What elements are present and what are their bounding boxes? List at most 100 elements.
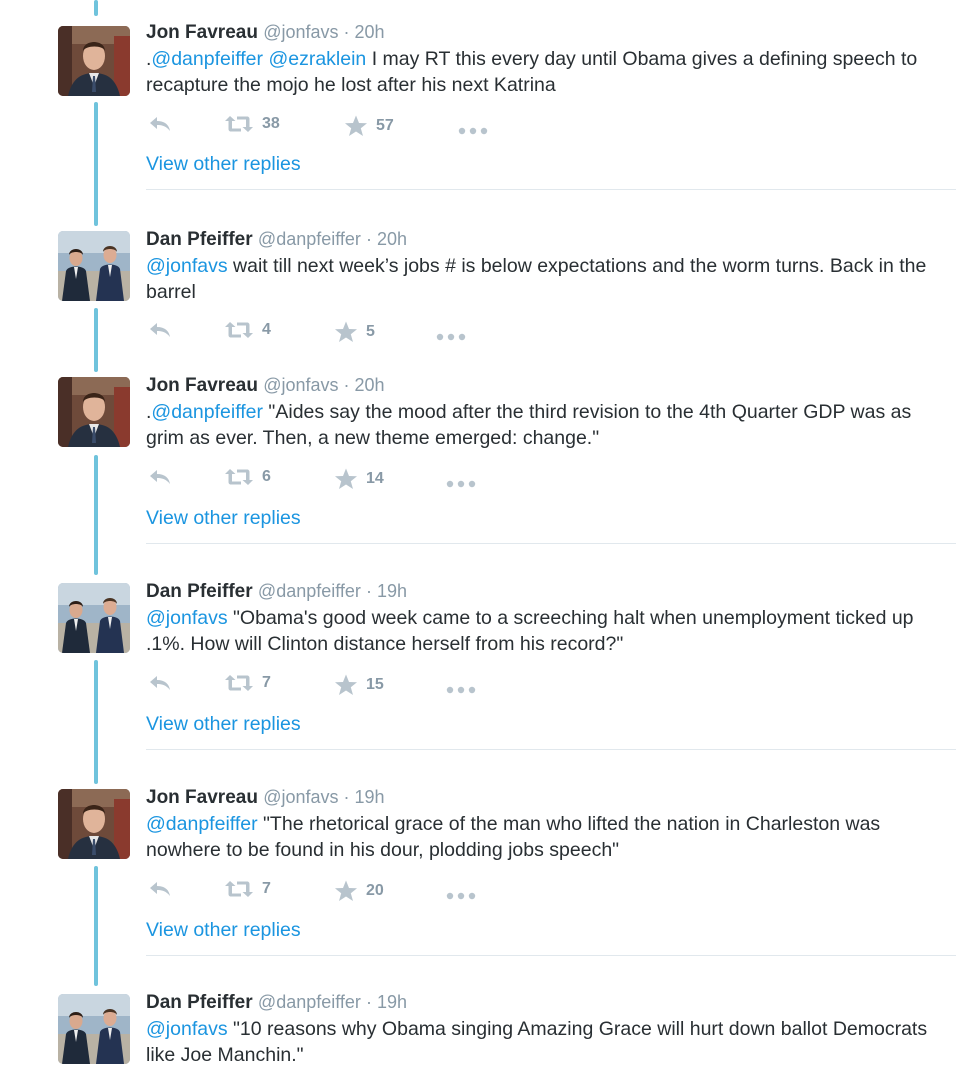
author-handle[interactable]: @danpfeiffer — [258, 992, 361, 1012]
retweet-button[interactable]: 7 — [224, 673, 271, 693]
tweet-text: @jonfavs wait till next week’s jobs # is… — [146, 253, 936, 305]
author-handle[interactable]: @danpfeiffer — [258, 581, 361, 601]
more-button[interactable] — [446, 475, 476, 493]
view-other-replies-link[interactable]: View other replies — [146, 919, 301, 942]
more-button[interactable] — [436, 328, 466, 346]
thread-line — [94, 660, 98, 784]
tweet-text: .@danpfeiffer @ezraklein I may RT this e… — [146, 46, 936, 98]
tweet-time[interactable]: 20h — [355, 375, 385, 395]
reply-button[interactable] — [148, 467, 172, 487]
thread-line — [94, 866, 98, 986]
like-button[interactable]: 15 — [334, 673, 384, 697]
more-button[interactable] — [446, 681, 476, 699]
tweet-time[interactable]: 19h — [377, 992, 407, 1012]
tweet-actions: 7 15 — [146, 673, 506, 697]
reply-button[interactable] — [148, 879, 172, 899]
like-count: 20 — [366, 882, 384, 899]
mention-link[interactable]: @danpfeiffer — [151, 48, 263, 70]
tweet-time[interactable]: 20h — [377, 229, 407, 249]
reply-icon — [148, 114, 172, 134]
tweet-actions: 4 5 — [146, 320, 506, 344]
author-avatar[interactable] — [58, 377, 130, 447]
author-handle[interactable]: @danpfeiffer — [258, 229, 361, 249]
tweet-header: Jon Favreau @jonfavs · 20h — [146, 373, 385, 398]
retweet-button[interactable]: 38 — [224, 114, 280, 134]
tweet-header: Dan Pfeiffer @danpfeiffer · 20h — [146, 227, 407, 252]
author-avatar[interactable] — [58, 231, 130, 301]
author-avatar[interactable] — [58, 583, 130, 653]
tweet-body: "Obama's good week came to a screeching … — [146, 607, 914, 655]
star-icon — [344, 114, 368, 138]
reply-button[interactable] — [148, 673, 172, 693]
tweet-time[interactable]: 19h — [355, 787, 385, 807]
thread-line — [94, 102, 98, 226]
like-count: 57 — [376, 117, 394, 134]
like-button[interactable]: 20 — [334, 879, 384, 903]
reply-icon — [148, 320, 172, 340]
retweet-button[interactable]: 6 — [224, 467, 271, 487]
tweet-header: Jon Favreau @jonfavs · 20h — [146, 20, 385, 45]
tweet-body: wait till next week’s jobs # is below ex… — [146, 255, 927, 303]
retweet-count: 38 — [262, 115, 280, 132]
author-avatar[interactable] — [58, 789, 130, 859]
author-avatar[interactable] — [58, 994, 130, 1064]
mention-link[interactable]: @danpfeiffer — [146, 813, 258, 835]
more-dots-icon — [458, 127, 488, 135]
reply-button[interactable] — [148, 114, 172, 134]
star-icon — [334, 467, 358, 491]
view-other-replies-link[interactable]: View other replies — [146, 507, 301, 530]
tweet-text: @danpfeiffer "The rhetorical grace of th… — [146, 811, 936, 863]
author-name[interactable]: Dan Pfeiffer — [146, 581, 253, 602]
reply-button[interactable] — [148, 320, 172, 340]
like-count: 15 — [366, 676, 384, 693]
separator-dot: · — [360, 581, 377, 601]
view-other-replies-link[interactable]: View other replies — [146, 153, 301, 176]
separator-dot: · — [360, 992, 377, 1012]
mention-link[interactable]: @jonfavs — [146, 607, 228, 629]
like-count: 14 — [366, 470, 384, 487]
author-name[interactable]: Dan Pfeiffer — [146, 229, 253, 250]
mention-link[interactable]: @danpfeiffer — [151, 401, 263, 423]
author-name[interactable]: Jon Favreau — [146, 787, 258, 808]
view-other-replies-link[interactable]: View other replies — [146, 713, 301, 736]
star-icon — [334, 320, 358, 344]
mention-link[interactable]: @ezraklein — [268, 48, 366, 70]
author-handle[interactable]: @jonfavs — [263, 375, 338, 395]
retweet-icon — [224, 320, 254, 340]
thread-line — [94, 455, 98, 575]
author-name[interactable]: Jon Favreau — [146, 375, 258, 396]
author-avatar[interactable] — [58, 26, 130, 96]
more-button[interactable] — [446, 887, 476, 905]
author-name[interactable]: Jon Favreau — [146, 22, 258, 43]
tweet-text: .@danpfeiffer "Aides say the mood after … — [146, 399, 936, 451]
star-icon — [334, 673, 358, 697]
tweet-time[interactable]: 20h — [355, 22, 385, 42]
more-dots-icon — [446, 686, 476, 694]
separator-dot: · — [360, 229, 377, 249]
tweet-header: Dan Pfeiffer @danpfeiffer · 19h — [146, 579, 407, 604]
more-button[interactable] — [458, 122, 488, 140]
retweet-button[interactable]: 4 — [224, 320, 271, 340]
retweet-count: 7 — [262, 880, 271, 897]
more-dots-icon — [436, 333, 466, 341]
author-handle[interactable]: @jonfavs — [263, 22, 338, 42]
retweet-icon — [224, 114, 254, 134]
tweet-actions: 6 14 — [146, 467, 506, 491]
thread-line — [94, 308, 98, 372]
retweet-button[interactable]: 7 — [224, 879, 271, 899]
thread-line — [94, 0, 98, 16]
like-button[interactable]: 57 — [344, 114, 394, 138]
author-handle[interactable]: @jonfavs — [263, 787, 338, 807]
mention-link[interactable]: @jonfavs — [146, 1018, 228, 1040]
retweet-count: 6 — [262, 468, 271, 485]
tweet-time[interactable]: 19h — [377, 581, 407, 601]
author-name[interactable]: Dan Pfeiffer — [146, 992, 253, 1013]
like-button[interactable]: 14 — [334, 467, 384, 491]
separator-dot: · — [338, 375, 355, 395]
tweet-body: "10 reasons why Obama singing Amazing Gr… — [146, 1018, 928, 1066]
tweet-actions: 38 57 — [146, 114, 506, 138]
like-button[interactable]: 5 — [334, 320, 375, 344]
reply-icon — [148, 673, 172, 693]
reply-icon — [148, 879, 172, 899]
mention-link[interactable]: @jonfavs — [146, 255, 228, 277]
